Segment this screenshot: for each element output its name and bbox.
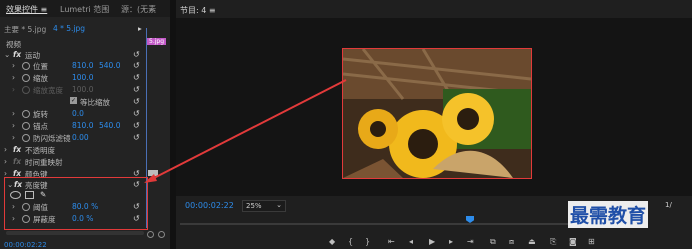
annotation-arrow [144, 79, 347, 183]
